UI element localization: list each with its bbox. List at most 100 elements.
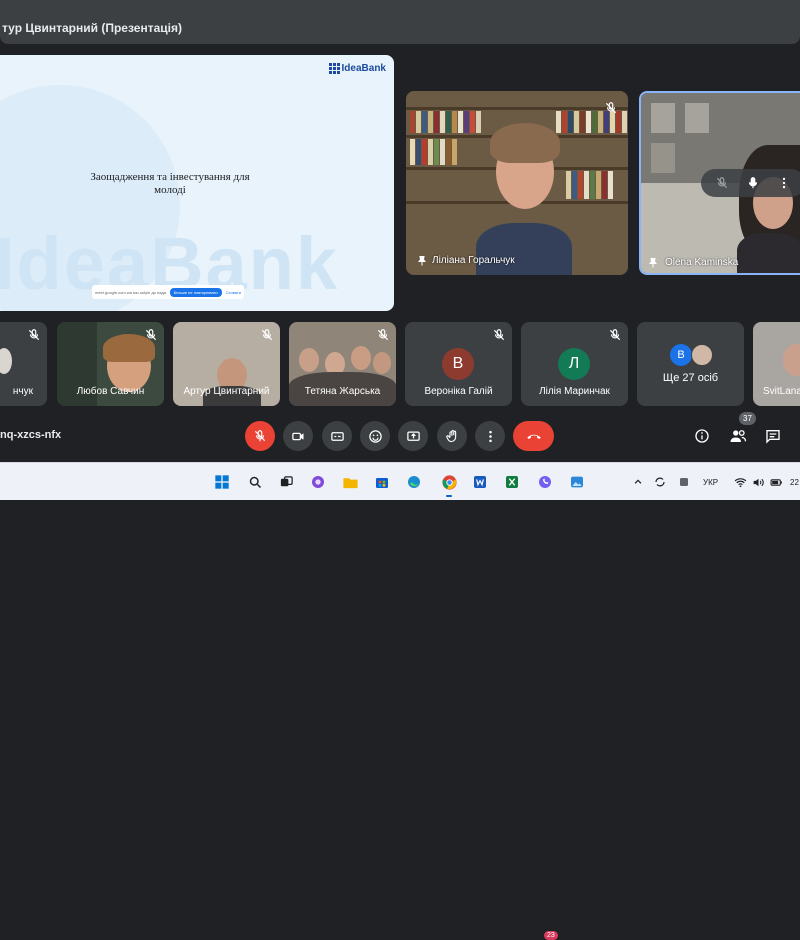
- taskbar-store[interactable]: [372, 472, 392, 492]
- books: [566, 171, 613, 199]
- participant-tile-1[interactable]: Ліліана Горальчук: [406, 91, 628, 275]
- participant-name: нчук: [12, 386, 33, 397]
- taskbar-copilot[interactable]: [308, 472, 328, 492]
- sync-icon: [655, 477, 665, 487]
- clock[interactable]: 22: [790, 478, 799, 487]
- pin-icon[interactable]: [647, 257, 659, 269]
- mic-off-icon: [605, 102, 617, 114]
- consent-hide-link[interactable]: Сховати: [226, 290, 241, 295]
- camera-icon: [291, 432, 303, 440]
- search-icon: [249, 476, 261, 488]
- consent-text: meet.google.com wа мы ustyle до надати в…: [95, 289, 166, 295]
- more-participants-label: Ще 27 осіб: [662, 372, 719, 384]
- building-window: [685, 103, 709, 133]
- participant-name: Любов Савчин: [76, 386, 145, 397]
- participant-face: [373, 352, 391, 374]
- participant-name: Вероніка Галій: [424, 386, 493, 397]
- emoji-icon: [368, 429, 382, 443]
- taskbar-excel[interactable]: [502, 472, 522, 492]
- present-screen-icon: [406, 431, 420, 441]
- building-window: [651, 143, 675, 173]
- participant-tile-2[interactable]: Olena Kaminska: [639, 91, 800, 275]
- mic-icon[interactable]: [746, 176, 760, 190]
- viber-icon: [539, 476, 551, 488]
- meeting-details-button[interactable]: [690, 424, 714, 448]
- word-icon: [474, 476, 486, 488]
- taskbar-search[interactable]: [245, 472, 265, 492]
- start-button[interactable]: [212, 472, 232, 492]
- leave-call-button[interactable]: [513, 421, 554, 451]
- captions-button[interactable]: [322, 421, 352, 451]
- strip-tile-8[interactable]: SvitLana: [753, 322, 800, 406]
- taskbar-viber[interactable]: [535, 472, 555, 492]
- pin-icon[interactable]: [416, 255, 428, 267]
- taskbar-photos[interactable]: [567, 472, 587, 492]
- tray-show-hidden[interactable]: [628, 472, 648, 492]
- chrome-icon: [441, 474, 457, 490]
- taskbar-edge[interactable]: [404, 472, 424, 492]
- battery-icon: [770, 478, 782, 486]
- tray-volume[interactable]: [748, 472, 768, 492]
- volume-icon: [753, 478, 764, 486]
- presentation-title: тур Цвинтарний (Презентація): [2, 21, 182, 35]
- participant-face: [299, 348, 319, 372]
- viber-notification-badge: 23: [544, 931, 558, 940]
- camera-toggle-button[interactable]: [283, 421, 313, 451]
- mic-off-icon[interactable]: [715, 176, 729, 190]
- tray-app[interactable]: [674, 472, 694, 492]
- meeting-controls-bar: nq-xzcs-nfx 37: [0, 410, 800, 462]
- participant-name: Тетяна Жарська: [304, 386, 381, 397]
- edge-icon: [408, 476, 420, 488]
- raise-hand-button[interactable]: [437, 421, 467, 451]
- photos-icon: [571, 476, 583, 488]
- consent-accept-button[interactable]: Більше не повторювати: [169, 287, 222, 297]
- participant-name: Ліліана Горальчук: [432, 255, 515, 266]
- participant-hair: [490, 123, 560, 163]
- browser-top-strip: [0, 0, 800, 12]
- consent-banner: meet.google.com wа мы ustyle до надати в…: [92, 285, 244, 299]
- bookshelf: [406, 107, 628, 110]
- mic-off-icon: [254, 430, 266, 442]
- present-screen-button[interactable]: [398, 421, 428, 451]
- mic-off-icon: [28, 329, 40, 341]
- strip-tile-more-people[interactable]: В Ще 27 осіб: [637, 322, 744, 406]
- more-options-icon[interactable]: [777, 176, 791, 190]
- tray-sync[interactable]: [650, 472, 670, 492]
- taskbar-chrome[interactable]: [439, 472, 459, 497]
- hand-icon: [445, 429, 456, 442]
- excel-icon: [506, 476, 518, 488]
- strip-tile-4[interactable]: Тетяна Жарська: [289, 322, 396, 406]
- strip-tile-3[interactable]: Артур Цвинтарний: [173, 322, 280, 406]
- idea-bank-logo: IdeaBank: [328, 63, 386, 74]
- meeting-stage: IdeaBank IdeaBank Заощадження та інвесту…: [0, 44, 800, 410]
- store-icon: [376, 478, 388, 488]
- meeting-code: nq-xzcs-nfx: [0, 429, 62, 441]
- meeting-title-bar: тур Цвинтарний (Презентація): [0, 12, 800, 44]
- tray-battery[interactable]: [766, 472, 786, 492]
- taskbar-task-view[interactable]: [276, 472, 296, 492]
- reactions-button[interactable]: [360, 421, 390, 451]
- chat-button[interactable]: [761, 424, 785, 448]
- mic-off-icon: [609, 329, 621, 341]
- strip-tile-5[interactable]: В Вероніка Галій: [405, 322, 512, 406]
- mic-off-icon: [261, 329, 273, 341]
- presentation-slide[interactable]: IdeaBank IdeaBank Заощадження та інвесту…: [0, 55, 394, 311]
- copilot-icon: [312, 476, 324, 488]
- participant-name: SvitLana: [763, 386, 800, 397]
- participant-body: [476, 223, 572, 275]
- participant-name: Olena Kaminska: [665, 257, 739, 268]
- strip-tile-6[interactable]: Л Лілія Маринчак: [521, 322, 628, 406]
- people-button[interactable]: [726, 424, 750, 448]
- taskbar-file-explorer[interactable]: [340, 472, 360, 492]
- more-options-button[interactable]: [475, 421, 505, 451]
- people-icon: [730, 430, 747, 442]
- tray-app-icon: [680, 478, 688, 486]
- taskbar-word[interactable]: [470, 472, 490, 492]
- chevron-up-icon: [634, 479, 642, 484]
- keyboard-language[interactable]: УКР: [703, 478, 718, 487]
- strip-tile-1[interactable]: нчук: [0, 322, 47, 406]
- hang-up-icon: [526, 434, 541, 439]
- mic-toggle-button[interactable]: [245, 421, 275, 451]
- tray-wifi[interactable]: [730, 472, 750, 492]
- strip-tile-2[interactable]: Любов Савчин: [57, 322, 164, 406]
